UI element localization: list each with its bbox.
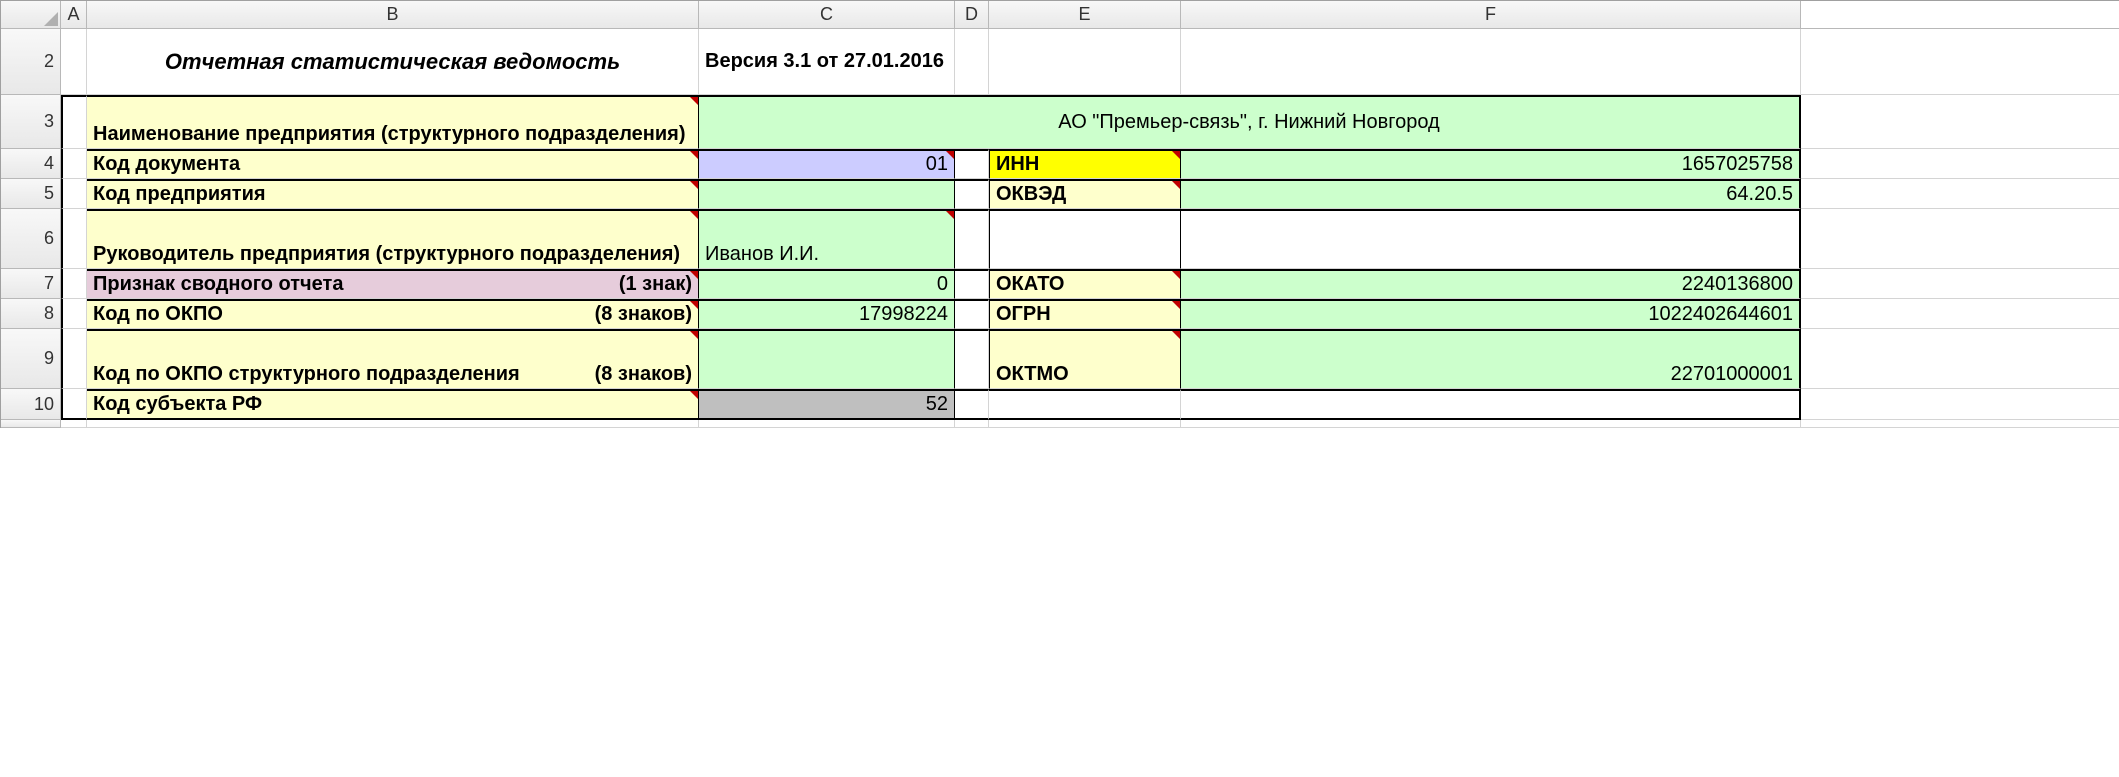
cell-E10[interactable] [989,389,1181,420]
col-header-D[interactable]: D [955,1,989,29]
cell-F2[interactable] [1181,29,1801,95]
okpo-struct-value[interactable] [699,329,955,389]
col-header-E[interactable]: E [989,1,1181,29]
subject-rf-label[interactable]: Код субъекта РФ [87,389,699,420]
cell-extra-5 [1801,179,2119,209]
cell-C11[interactable] [699,420,955,428]
cell-A9[interactable] [61,329,87,389]
okpo-struct-label[interactable]: Код по ОКПО структурного подразделения (… [87,329,699,389]
version-label[interactable]: Версия 3.1 от 27.01.2016 [699,29,955,95]
spreadsheet-grid: A B C D E F 2 Отчетная статистическая ве… [0,0,2119,428]
cell-A7[interactable] [61,269,87,299]
oktmo-value[interactable]: 22701000001 [1181,329,1801,389]
cell-E11[interactable] [989,420,1181,428]
cell-F10[interactable] [1181,389,1801,420]
cell-A3[interactable] [61,95,87,149]
subject-rf-value[interactable]: 52 [699,389,955,420]
select-all-triangle-icon [44,12,58,26]
cell-E6[interactable] [989,209,1181,269]
col-header-A[interactable]: A [61,1,87,29]
enterprise-code-value[interactable] [699,179,955,209]
row-header-10[interactable]: 10 [1,389,61,420]
cell-extra-6 [1801,209,2119,269]
enterprise-code-label[interactable]: Код предприятия [87,179,699,209]
col-header-C[interactable]: C [699,1,955,29]
row-header-5[interactable]: 5 [1,179,61,209]
cell-A4[interactable] [61,149,87,179]
row-header-4[interactable]: 4 [1,149,61,179]
cell-D8[interactable] [955,299,989,329]
cell-D6[interactable] [955,209,989,269]
okpo-value[interactable]: 17998224 [699,299,955,329]
cell-extra-10 [1801,389,2119,420]
col-header-B[interactable]: B [87,1,699,29]
row-header-9[interactable]: 9 [1,329,61,389]
summary-flag-value[interactable]: 0 [699,269,955,299]
okpo-label[interactable]: Код по ОКПО (8 знаков) [87,299,699,329]
cell-D2[interactable] [955,29,989,95]
select-all-corner[interactable] [1,1,61,29]
cell-F11[interactable] [1181,420,1801,428]
enterprise-name-label[interactable]: Наименование предприятия (структурного п… [87,95,699,149]
cell-A5[interactable] [61,179,87,209]
cell-D5[interactable] [955,179,989,209]
cell-D10[interactable] [955,389,989,420]
row-header-8[interactable]: 8 [1,299,61,329]
ogrn-label[interactable]: ОГРН [989,299,1181,329]
summary-flag-label[interactable]: Признак сводного отчета (1 знак) [87,269,699,299]
cell-D11[interactable] [955,420,989,428]
head-value[interactable]: Иванов И.И. [699,209,955,269]
okato-label[interactable]: ОКАТО [989,269,1181,299]
inn-value[interactable]: 1657025758 [1181,149,1801,179]
col-header-extra [1801,1,2119,29]
cell-A2[interactable] [61,29,87,95]
row-header-3[interactable]: 3 [1,95,61,149]
report-title[interactable]: Отчетная статистическая ведомость [87,29,699,95]
cell-extra-9 [1801,329,2119,389]
oktmo-label[interactable]: ОКТМО [989,329,1181,389]
cell-extra-4 [1801,149,2119,179]
col-header-F[interactable]: F [1181,1,1801,29]
cell-F6[interactable] [1181,209,1801,269]
cell-A11[interactable] [61,420,87,428]
row-header-6[interactable]: 6 [1,209,61,269]
enterprise-name-value[interactable]: АО "Премьер-связь", г. Нижний Новгород [699,95,1801,149]
cell-D7[interactable] [955,269,989,299]
okved-label[interactable]: ОКВЭД [989,179,1181,209]
row-header-2[interactable]: 2 [1,29,61,95]
cell-extra-11 [1801,420,2119,428]
cell-A10[interactable] [61,389,87,420]
cell-A8[interactable] [61,299,87,329]
cell-B11[interactable] [87,420,699,428]
cell-extra-8 [1801,299,2119,329]
cell-E2[interactable] [989,29,1181,95]
row-header-11[interactable] [1,420,61,428]
ogrn-value[interactable]: 1022402644601 [1181,299,1801,329]
cell-D4[interactable] [955,149,989,179]
cell-extra-7 [1801,269,2119,299]
cell-extra-2 [1801,29,2119,95]
row-header-7[interactable]: 7 [1,269,61,299]
inn-label[interactable]: ИНН [989,149,1181,179]
cell-D9[interactable] [955,329,989,389]
doc-code-label[interactable]: Код документа [87,149,699,179]
doc-code-value[interactable]: 01 [699,149,955,179]
okato-value[interactable]: 2240136800 [1181,269,1801,299]
head-label[interactable]: Руководитель предприятия (структурного п… [87,209,699,269]
cell-A6[interactable] [61,209,87,269]
cell-extra-3 [1801,95,2119,149]
okved-value[interactable]: 64.20.5 [1181,179,1801,209]
